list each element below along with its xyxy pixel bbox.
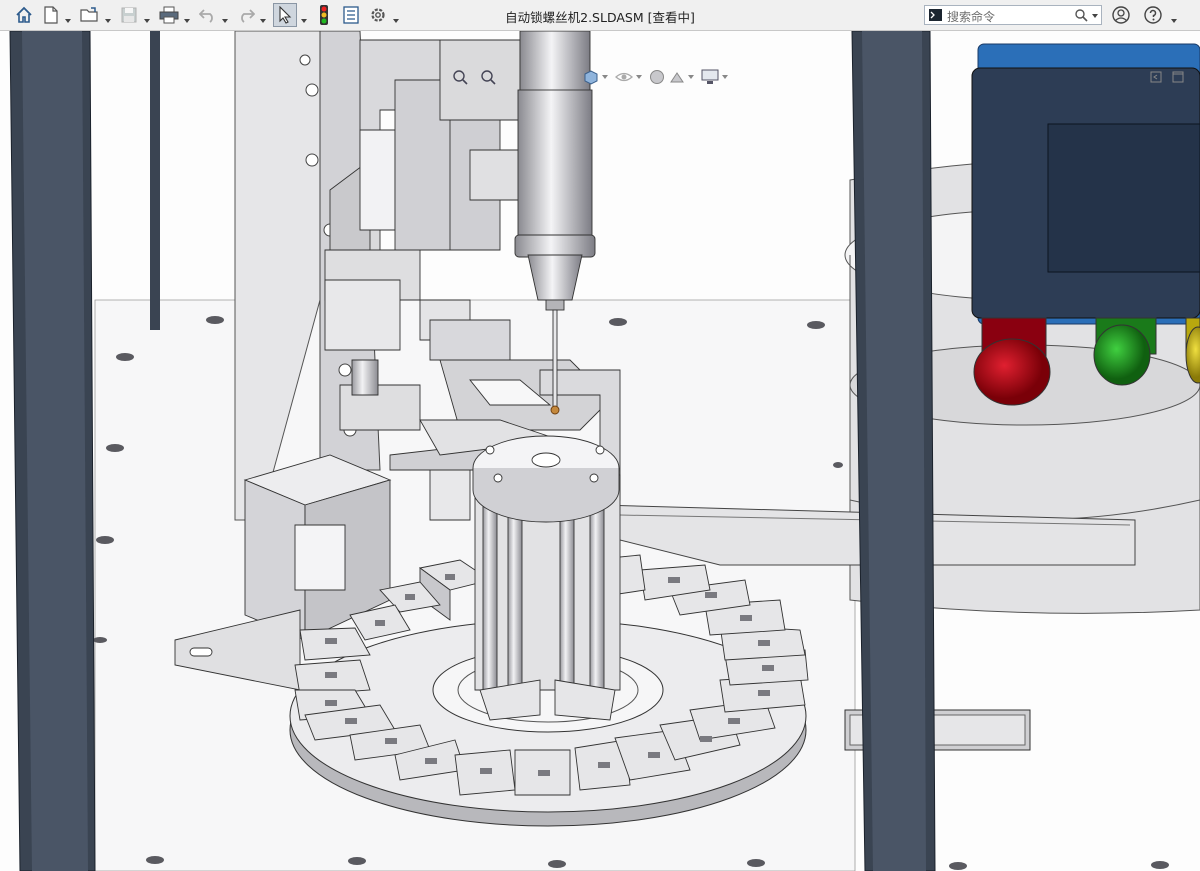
maximize-window-icon[interactable] (1172, 71, 1184, 83)
file-properties-icon[interactable] (340, 4, 362, 26)
chevron-down-icon[interactable] (601, 73, 609, 81)
zoom-to-fit-icon[interactable] (452, 69, 468, 85)
zoom-area-icon[interactable] (480, 69, 496, 85)
chevron-down-icon[interactable] (635, 73, 643, 81)
chevron-down-icon[interactable] (143, 10, 151, 23)
chevron-down-icon[interactable] (300, 10, 308, 23)
open-folder-icon[interactable] (78, 4, 102, 26)
viewport-window-controls (1150, 67, 1184, 87)
chevron-down-icon[interactable] (64, 10, 72, 23)
red-button (973, 317, 1051, 406)
search-box[interactable]: 搜索命令 (924, 5, 1102, 25)
graphics-area[interactable] (0, 31, 1200, 871)
center-column (472, 435, 621, 721)
hide-show-icon[interactable] (615, 69, 633, 85)
user-account-icon[interactable] (1110, 4, 1132, 26)
chevron-down-icon[interactable] (1091, 12, 1099, 20)
apply-scene-icon[interactable] (669, 69, 685, 85)
search-icon[interactable] (1075, 9, 1088, 22)
chevron-down-icon[interactable] (104, 10, 112, 23)
undo-icon[interactable] (197, 4, 219, 26)
chevron-down-icon[interactable] (687, 73, 695, 81)
restore-window-icon[interactable] (1150, 71, 1162, 83)
chevron-down-icon[interactable] (259, 10, 267, 23)
heads-up-view-toolbar-right (583, 67, 729, 87)
home-icon[interactable] (12, 4, 36, 26)
chevron-down-icon[interactable] (183, 10, 191, 23)
options-gear-icon[interactable] (367, 4, 389, 26)
view-orientation-icon[interactable] (583, 69, 599, 85)
traffic-light-icon[interactable] (314, 4, 334, 26)
chevron-down-icon[interactable] (721, 73, 729, 81)
assembly-model (9, 31, 1200, 871)
search-input[interactable]: 搜索命令 (947, 8, 995, 25)
chevron-down-icon[interactable] (392, 10, 400, 23)
heads-up-view-toolbar (452, 67, 496, 87)
command-prompt-icon (929, 9, 942, 21)
save-icon[interactable] (118, 4, 140, 26)
view-settings-icon[interactable] (701, 69, 719, 85)
redo-icon[interactable] (235, 4, 257, 26)
select-arrow-icon[interactable] (273, 3, 297, 27)
chevron-down-icon[interactable] (221, 10, 229, 23)
new-document-icon[interactable] (40, 4, 62, 26)
chevron-down-icon[interactable] (1170, 10, 1178, 23)
edit-appearance-icon[interactable] (649, 69, 665, 85)
title-bar: 自动锁螺丝机2.SLDASM [查看中] 搜索命令 (0, 0, 1200, 31)
print-icon[interactable] (157, 4, 181, 26)
help-icon[interactable] (1142, 4, 1164, 26)
